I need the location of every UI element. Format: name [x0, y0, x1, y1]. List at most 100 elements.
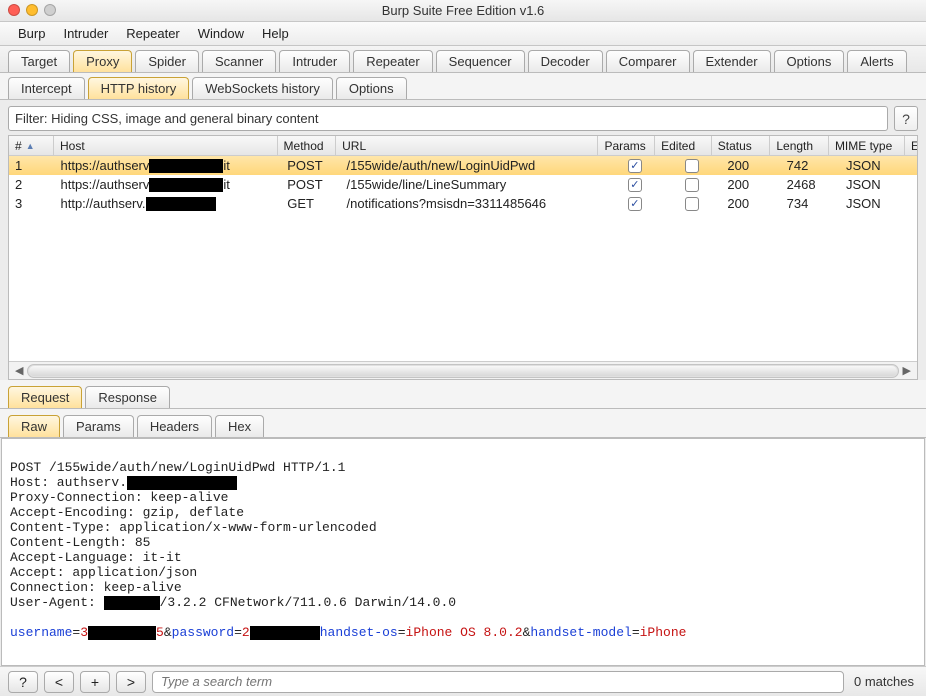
prev-button[interactable]: <: [44, 671, 74, 693]
col-extra[interactable]: E: [905, 136, 917, 155]
tab-raw[interactable]: Raw: [8, 415, 60, 437]
checkbox-unchecked-icon: [685, 197, 699, 211]
host-suffix: it: [223, 158, 230, 173]
cell-number: 2: [9, 175, 55, 194]
checkbox-checked-icon: ✓: [628, 178, 642, 192]
menu-repeater[interactable]: Repeater: [118, 24, 187, 43]
raw-body: username=35&password=2handset-os=iPhone …: [10, 625, 686, 640]
col-length[interactable]: Length: [770, 136, 829, 155]
tab-options[interactable]: Options: [774, 50, 845, 72]
tab-response[interactable]: Response: [85, 386, 170, 408]
col-mime[interactable]: MIME type: [829, 136, 905, 155]
col-method[interactable]: Method: [278, 136, 337, 155]
col-number-label: #: [15, 139, 22, 153]
raw-line: Content-Type: application/x-www-form-url…: [10, 520, 377, 535]
param-value: 5: [156, 625, 164, 640]
col-host[interactable]: Host: [54, 136, 278, 155]
tab-decoder[interactable]: Decoder: [528, 50, 603, 72]
cell-mime: JSON: [840, 156, 917, 175]
tab-extender[interactable]: Extender: [693, 50, 771, 72]
footer-bar: ? < + > 0 matches: [0, 666, 926, 696]
main-tabs: Target Proxy Spider Scanner Intruder Rep…: [0, 46, 926, 73]
filter-box[interactable]: Filter: Hiding CSS, image and general bi…: [8, 106, 888, 131]
col-url[interactable]: URL: [336, 136, 598, 155]
tab-comparer[interactable]: Comparer: [606, 50, 690, 72]
subtab-http-history[interactable]: HTTP history: [88, 77, 190, 99]
zoom-window-button[interactable]: [44, 4, 56, 16]
tab-params[interactable]: Params: [63, 415, 134, 437]
tab-scanner[interactable]: Scanner: [202, 50, 276, 72]
raw-text: =: [398, 625, 406, 640]
subtab-intercept[interactable]: Intercept: [8, 77, 85, 99]
raw-line: Connection: keep-alive: [10, 580, 182, 595]
cell-host: http://authserv.: [55, 194, 282, 213]
raw-text: /3.2.2 CFNetwork/711.0.6 Darwin/14.0.0: [160, 595, 456, 610]
raw-text: User-Agent:: [10, 595, 104, 610]
close-window-button[interactable]: [8, 4, 20, 16]
menu-window[interactable]: Window: [190, 24, 252, 43]
checkbox-unchecked-icon: [685, 159, 699, 173]
col-number[interactable]: #▲: [9, 136, 54, 155]
tab-target[interactable]: Target: [8, 50, 70, 72]
next-button[interactable]: >: [116, 671, 146, 693]
table-row[interactable]: 2 https://authservit POST /155wide/line/…: [9, 175, 917, 194]
menu-burp[interactable]: Burp: [10, 24, 53, 43]
tab-request[interactable]: Request: [8, 386, 82, 408]
scroll-thumb[interactable]: [29, 366, 896, 376]
redacted-icon: [146, 197, 216, 211]
col-edited[interactable]: Edited: [655, 136, 712, 155]
tab-sequencer[interactable]: Sequencer: [436, 50, 525, 72]
table-row[interactable]: 3 http://authserv. GET /notifications?ms…: [9, 194, 917, 213]
cell-mime: JSON: [840, 194, 917, 213]
table-row[interactable]: 1 https://authservit POST /155wide/auth/…: [9, 156, 917, 175]
col-status[interactable]: Status: [712, 136, 771, 155]
horizontal-scrollbar[interactable]: ◀ ▶: [9, 361, 917, 379]
subtab-websockets-history[interactable]: WebSockets history: [192, 77, 333, 99]
minimize-window-button[interactable]: [26, 4, 38, 16]
table-body[interactable]: 1 https://authservit POST /155wide/auth/…: [9, 156, 917, 361]
help-button[interactable]: ?: [894, 106, 918, 131]
host-prefix: http://authserv.: [61, 196, 146, 211]
checkbox-checked-icon: ✓: [628, 159, 642, 173]
tab-repeater[interactable]: Repeater: [353, 50, 432, 72]
scroll-right-icon[interactable]: ▶: [903, 364, 911, 377]
history-table: #▲ Host Method URL Params Edited Status …: [8, 135, 918, 380]
subtab-options[interactable]: Options: [336, 77, 407, 99]
scroll-track[interactable]: [27, 364, 898, 378]
raw-request-editor[interactable]: POST /155wide/auth/new/LoginUidPwd HTTP/…: [1, 438, 925, 666]
tab-headers[interactable]: Headers: [137, 415, 212, 437]
col-params[interactable]: Params: [598, 136, 655, 155]
cell-number: 1: [9, 156, 55, 175]
add-button[interactable]: +: [80, 671, 110, 693]
param-value: 3: [80, 625, 88, 640]
search-input[interactable]: [152, 671, 844, 693]
help-button[interactable]: ?: [8, 671, 38, 693]
tab-proxy[interactable]: Proxy: [73, 50, 132, 72]
view-tabs: Raw Params Headers Hex: [0, 409, 926, 438]
title-bar: Burp Suite Free Edition v1.6: [0, 0, 926, 22]
cell-method: POST: [281, 156, 340, 175]
cell-edited: [664, 156, 721, 175]
host-suffix: it: [223, 177, 230, 192]
menu-intruder[interactable]: Intruder: [55, 24, 116, 43]
cell-mime: JSON: [840, 175, 917, 194]
table-header: #▲ Host Method URL Params Edited Status …: [9, 136, 917, 156]
scroll-left-icon[interactable]: ◀: [15, 364, 23, 377]
redacted-icon: [127, 476, 237, 490]
redacted-icon: [149, 159, 223, 173]
checkbox-checked-icon: ✓: [628, 197, 642, 211]
filter-bar: Filter: Hiding CSS, image and general bi…: [8, 106, 918, 131]
raw-line: Accept-Encoding: gzip, deflate: [10, 505, 244, 520]
tab-spider[interactable]: Spider: [135, 50, 199, 72]
cell-params: ✓: [607, 156, 664, 175]
raw-text: =: [234, 625, 242, 640]
checkbox-unchecked-icon: [685, 178, 699, 192]
tab-hex[interactable]: Hex: [215, 415, 264, 437]
tab-alerts[interactable]: Alerts: [847, 50, 906, 72]
raw-line: User-Agent: /3.2.2 CFNetwork/711.0.6 Dar…: [10, 595, 456, 610]
menubar: Burp Intruder Repeater Window Help: [0, 22, 926, 46]
window-title: Burp Suite Free Edition v1.6: [8, 3, 918, 18]
menu-help[interactable]: Help: [254, 24, 297, 43]
tab-intruder[interactable]: Intruder: [279, 50, 350, 72]
param-name: handset-os: [320, 625, 398, 640]
